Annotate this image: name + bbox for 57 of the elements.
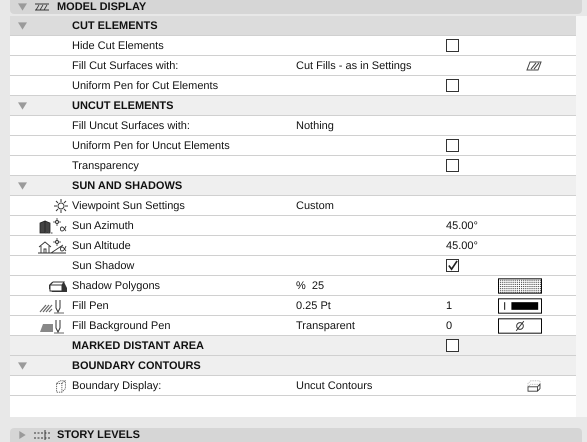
dotted-pattern-swatch[interactable] bbox=[498, 278, 542, 294]
setting-value[interactable]: Nothing bbox=[296, 120, 334, 132]
panel-header[interactable]: MODEL DISPLAY bbox=[10, 0, 582, 14]
section-header[interactable]: MARKED DISTANT AREA bbox=[10, 336, 576, 356]
setting-label: Sun Shadow bbox=[72, 260, 134, 272]
section-header[interactable]: SUN AND SHADOWS bbox=[10, 176, 576, 196]
section-title: MARKED DISTANT AREA bbox=[72, 340, 204, 352]
setting-value[interactable]: % 25 bbox=[296, 280, 324, 292]
setting-label: Viewpoint Sun Settings bbox=[72, 200, 185, 212]
setting-label: Uniform Pen for Uncut Elements bbox=[72, 140, 230, 152]
hatched-fill-icon[interactable] bbox=[526, 60, 542, 72]
model-display-icon bbox=[33, 2, 51, 12]
panel-title: STORY LEVELS bbox=[57, 429, 140, 441]
section-title: UNCUT ELEMENTS bbox=[72, 100, 174, 112]
setting-label: Shadow Polygons bbox=[72, 280, 160, 292]
setting-label: Sun Azimuth bbox=[72, 220, 134, 232]
setting-label: Boundary Display: bbox=[72, 380, 162, 392]
setting-label: Fill Uncut Surfaces with: bbox=[72, 120, 190, 132]
setting-label: Transparency bbox=[72, 160, 139, 172]
section-header[interactable]: BOUNDARY CONTOURS bbox=[10, 356, 576, 376]
setting-value[interactable]: Custom bbox=[296, 200, 334, 212]
section-header[interactable]: CUT ELEMENTS bbox=[10, 16, 576, 36]
setting-value[interactable]: 0.25 Pt bbox=[296, 300, 331, 312]
setting-reading: 0 bbox=[446, 320, 452, 332]
section-title: CUT ELEMENTS bbox=[72, 20, 158, 32]
setting-label: Sun Altitude bbox=[72, 240, 131, 252]
checkbox[interactable] bbox=[446, 39, 459, 52]
box-icon[interactable] bbox=[526, 380, 542, 392]
panel-header[interactable]: STORY LEVELS bbox=[10, 428, 582, 442]
sun-icon bbox=[54, 198, 68, 212]
setting-value[interactable]: Transparent bbox=[296, 320, 355, 332]
dashed-box-icon bbox=[54, 378, 68, 392]
setting-reading: 45.00° bbox=[446, 240, 478, 252]
setting-label: Fill Background Pen bbox=[72, 320, 170, 332]
checkbox[interactable] bbox=[446, 139, 459, 152]
setting-label: Uniform Pen for Cut Elements bbox=[72, 80, 218, 92]
sun-altitude-icon bbox=[38, 238, 68, 254]
section-title: SUN AND SHADOWS bbox=[72, 180, 182, 192]
checkbox[interactable] bbox=[446, 79, 459, 92]
sun-azimuth-icon bbox=[38, 218, 68, 234]
section-title: BOUNDARY CONTOURS bbox=[72, 360, 201, 372]
checkbox[interactable] bbox=[446, 259, 459, 272]
setting-label: Fill Cut Surfaces with: bbox=[72, 60, 178, 72]
box-shadow-icon bbox=[48, 278, 68, 292]
panel-title: MODEL DISPLAY bbox=[57, 1, 146, 13]
setting-label: Hide Cut Elements bbox=[72, 40, 164, 52]
setting-value[interactable]: Cut Fills - as in Settings bbox=[296, 60, 412, 72]
empty-swatch[interactable] bbox=[498, 318, 542, 334]
setting-reading: 1 bbox=[446, 300, 452, 312]
setting-reading: 45.00° bbox=[446, 220, 478, 232]
section-header[interactable]: UNCUT ELEMENTS bbox=[10, 96, 576, 116]
checkbox[interactable] bbox=[446, 339, 459, 352]
setting-value[interactable]: Uncut Contours bbox=[296, 380, 372, 392]
pen-swatch[interactable] bbox=[498, 298, 542, 314]
checkbox[interactable] bbox=[446, 159, 459, 172]
story-levels-icon bbox=[33, 430, 51, 440]
setting-label: Fill Pen bbox=[72, 300, 109, 312]
